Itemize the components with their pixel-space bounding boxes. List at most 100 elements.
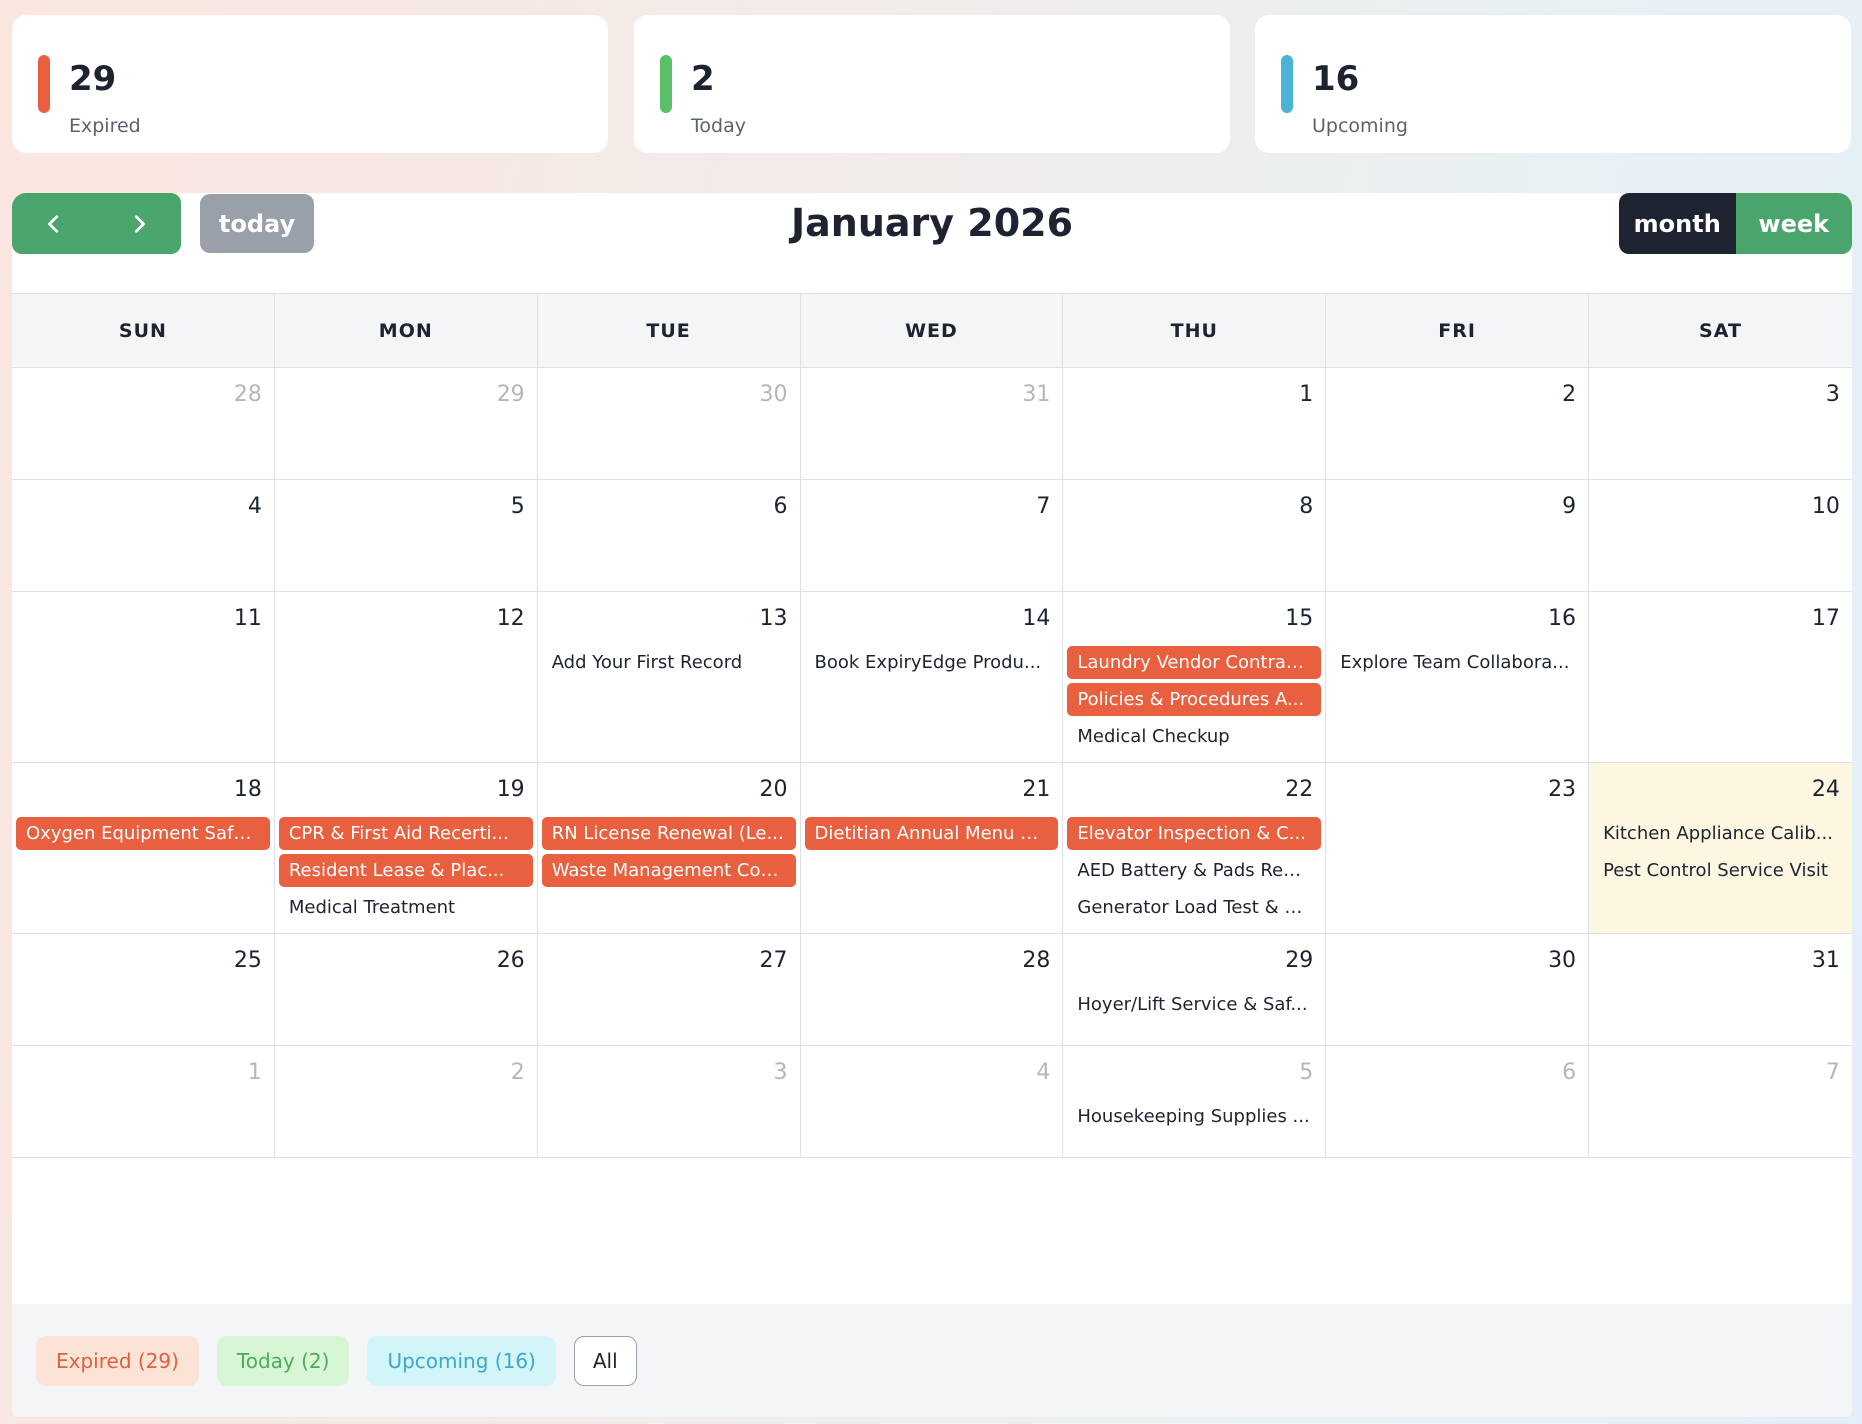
day-number[interactable]: 19 bbox=[497, 777, 525, 802]
calendar-event[interactable]: Dietitian Annual Menu R... bbox=[804, 817, 1059, 850]
day-cell[interactable]: 4 bbox=[12, 480, 275, 591]
calendar-event[interactable]: Kitchen Appliance Calib... bbox=[1593, 817, 1848, 850]
day-number[interactable]: 3 bbox=[1826, 382, 1840, 407]
day-cell[interactable]: 28 bbox=[12, 368, 275, 479]
day-number[interactable]: 4 bbox=[248, 494, 262, 519]
day-number[interactable]: 2 bbox=[511, 1060, 525, 1085]
day-cell[interactable]: 18 Oxygen Equipment Safe... bbox=[12, 763, 275, 933]
day-number[interactable]: 7 bbox=[1036, 494, 1050, 519]
day-cell[interactable]: 1 bbox=[1063, 368, 1327, 479]
month-view-button[interactable]: month bbox=[1619, 193, 1736, 254]
day-number[interactable]: 1 bbox=[248, 1060, 262, 1085]
day-number[interactable]: 23 bbox=[1548, 777, 1576, 802]
day-cell[interactable]: 15 Laundry Vendor Contrac... Policies & Pr… bbox=[1063, 592, 1327, 762]
day-cell[interactable]: 30 bbox=[538, 368, 801, 479]
day-cell[interactable]: 7 bbox=[1589, 1046, 1852, 1157]
day-cell[interactable]: 22 Elevator Inspection & C... AED Battery … bbox=[1063, 763, 1327, 933]
calendar-event[interactable]: Generator Load Test & S... bbox=[1067, 891, 1321, 924]
day-cell[interactable]: 11 bbox=[12, 592, 275, 762]
week-view-button[interactable]: week bbox=[1735, 193, 1852, 254]
calendar-event[interactable]: AED Battery & Pads Rep... bbox=[1067, 854, 1321, 887]
next-month-button[interactable] bbox=[97, 193, 182, 254]
day-cell[interactable]: 17 bbox=[1589, 592, 1852, 762]
day-cell[interactable]: 8 bbox=[1063, 480, 1327, 591]
day-number[interactable]: 10 bbox=[1812, 494, 1840, 519]
day-number[interactable]: 21 bbox=[1022, 777, 1050, 802]
calendar-event[interactable]: Laundry Vendor Contrac... bbox=[1067, 646, 1322, 679]
day-cell[interactable]: 10 bbox=[1589, 480, 1852, 591]
day-number[interactable]: 8 bbox=[1299, 494, 1313, 519]
day-cell[interactable]: 12 bbox=[275, 592, 538, 762]
calendar-event[interactable]: Hoyer/Lift Service & Saf... bbox=[1067, 988, 1321, 1021]
day-cell[interactable]: 28 bbox=[801, 934, 1064, 1045]
calendar-event[interactable]: Explore Team Collabora... bbox=[1330, 646, 1584, 679]
calendar-event[interactable]: Pest Control Service Visit bbox=[1593, 854, 1848, 887]
filter-all-button[interactable]: All bbox=[573, 1335, 637, 1386]
day-cell[interactable]: 7 bbox=[801, 480, 1064, 591]
calendar-event[interactable]: Oxygen Equipment Safe... bbox=[16, 817, 270, 850]
filter-upcoming-button[interactable]: Upcoming (16) bbox=[367, 1335, 556, 1386]
day-number[interactable]: 31 bbox=[1812, 948, 1840, 973]
day-cell[interactable]: 16 Explore Team Collabora... bbox=[1326, 592, 1590, 762]
filter-today-button[interactable]: Today (2) bbox=[216, 1335, 350, 1386]
day-number[interactable]: 5 bbox=[1299, 1060, 1313, 1085]
day-number[interactable]: 4 bbox=[1036, 1060, 1050, 1085]
day-cell[interactable]: 29 bbox=[275, 368, 538, 479]
calendar-event[interactable]: Housekeeping Supplies ... bbox=[1067, 1100, 1321, 1133]
day-number[interactable]: 27 bbox=[760, 948, 788, 973]
day-cell[interactable]: 25 bbox=[12, 934, 275, 1045]
day-cell[interactable]: 24 Kitchen Appliance Calib... Pest Control… bbox=[1589, 763, 1852, 933]
today-button[interactable]: today bbox=[200, 194, 314, 253]
day-number[interactable]: 22 bbox=[1285, 777, 1313, 802]
day-cell[interactable]: 3 bbox=[1589, 368, 1852, 479]
day-number[interactable]: 11 bbox=[234, 606, 262, 631]
day-number[interactable]: 29 bbox=[1285, 948, 1313, 973]
day-cell[interactable]: 6 bbox=[538, 480, 801, 591]
day-number[interactable]: 5 bbox=[511, 494, 525, 519]
day-number[interactable]: 6 bbox=[774, 494, 788, 519]
day-cell[interactable]: 13 Add Your First Record bbox=[538, 592, 801, 762]
calendar-event[interactable]: Resident Lease & Plac... bbox=[278, 854, 533, 887]
day-cell[interactable]: 9 bbox=[1326, 480, 1590, 591]
day-cell[interactable]: 5 Housekeeping Supplies ... bbox=[1063, 1046, 1327, 1157]
day-number[interactable]: 1 bbox=[1299, 382, 1313, 407]
day-number[interactable]: 14 bbox=[1022, 606, 1050, 631]
day-cell[interactable]: 2 bbox=[275, 1046, 538, 1157]
day-number[interactable]: 25 bbox=[234, 948, 262, 973]
day-cell[interactable]: 29 Hoyer/Lift Service & Saf... bbox=[1063, 934, 1327, 1045]
day-cell[interactable]: 31 bbox=[1589, 934, 1852, 1045]
calendar-event[interactable]: RN License Renewal (Le... bbox=[541, 817, 796, 850]
day-cell[interactable]: 4 bbox=[801, 1046, 1064, 1157]
calendar-event[interactable]: Elevator Inspection & C... bbox=[1067, 817, 1322, 850]
day-number[interactable]: 26 bbox=[497, 948, 525, 973]
day-cell[interactable]: 31 bbox=[801, 368, 1064, 479]
day-number[interactable]: 30 bbox=[1548, 948, 1576, 973]
stat-card-today[interactable]: 2 Today bbox=[634, 15, 1230, 153]
stat-card-expired[interactable]: 29 Expired bbox=[12, 15, 608, 153]
day-cell[interactable]: 3 bbox=[538, 1046, 801, 1157]
prev-month-button[interactable] bbox=[12, 193, 97, 254]
day-number[interactable]: 13 bbox=[760, 606, 788, 631]
calendar-event[interactable]: Add Your First Record bbox=[542, 646, 796, 679]
day-number[interactable]: 15 bbox=[1285, 606, 1313, 631]
calendar-event[interactable]: Waste Management Con... bbox=[541, 854, 796, 887]
filter-expired-button[interactable]: Expired (29) bbox=[36, 1335, 199, 1386]
day-number[interactable]: 31 bbox=[1022, 382, 1050, 407]
day-number[interactable]: 30 bbox=[760, 382, 788, 407]
calendar-event[interactable]: Book ExpiryEdge Produ... bbox=[805, 646, 1059, 679]
day-number[interactable]: 17 bbox=[1812, 606, 1840, 631]
day-number[interactable]: 29 bbox=[497, 382, 525, 407]
day-cell[interactable]: 20 RN License Renewal (Le... Waste Managem… bbox=[538, 763, 801, 933]
day-cell[interactable]: 21 Dietitian Annual Menu R... bbox=[801, 763, 1064, 933]
day-cell[interactable]: 2 bbox=[1326, 368, 1590, 479]
day-number[interactable]: 6 bbox=[1562, 1060, 1576, 1085]
calendar-event[interactable]: Policies & Procedures A... bbox=[1067, 683, 1322, 716]
day-number[interactable]: 18 bbox=[234, 777, 262, 802]
day-cell[interactable]: 5 bbox=[275, 480, 538, 591]
calendar-event[interactable]: Medical Treatment bbox=[279, 891, 533, 924]
day-cell[interactable]: 6 bbox=[1326, 1046, 1590, 1157]
day-cell[interactable]: 23 bbox=[1326, 763, 1590, 933]
calendar-event[interactable]: Medical Checkup bbox=[1067, 720, 1321, 753]
calendar-event[interactable]: CPR & First Aid Recerti... bbox=[278, 817, 533, 850]
day-cell[interactable]: 1 bbox=[12, 1046, 275, 1157]
